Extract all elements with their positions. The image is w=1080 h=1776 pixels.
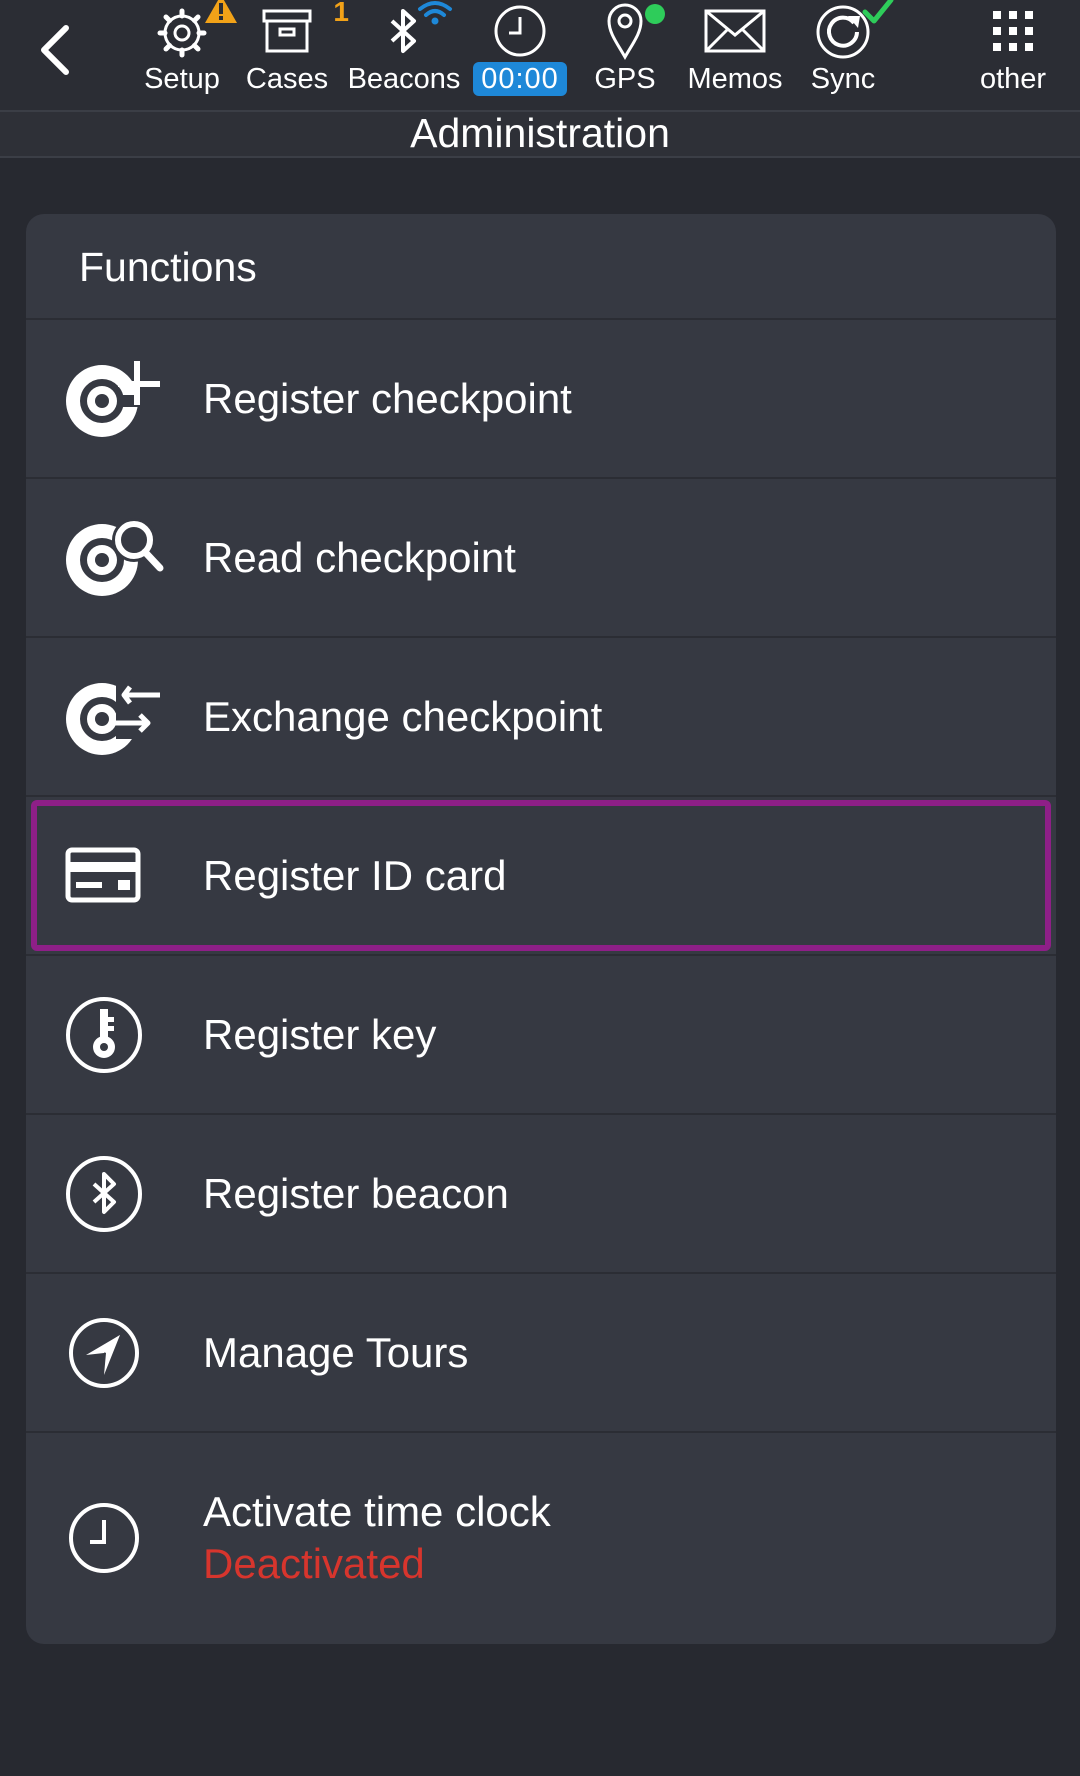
top-toolbar: Setup 1 Cases Beacons 00:00 GPS Memos Sy… [0,0,1080,112]
functions-card: Functions Register checkpoint Read check… [26,214,1056,1644]
clock-time-label: 00:00 [473,62,567,96]
toolbar-other[interactable]: other [972,0,1054,108]
checkmark-icon [862,0,894,24]
function-label: Register ID card [203,851,507,899]
toolbar-sync[interactable]: Sync [806,0,894,108]
bluetooth-circle-icon [64,1149,164,1239]
wifi-icon [418,1,452,25]
map-pin-icon [593,0,665,62]
function-register-checkpoint[interactable]: Register checkpoint [26,320,1056,479]
toolbar-cases-label: Cases [245,63,329,95]
clock-icon [488,0,552,62]
function-exchange-checkpoint[interactable]: Exchange checkpoint [26,638,1056,797]
envelope-icon [703,0,767,62]
warning-icon [205,0,237,23]
navigation-arrow-icon [64,1308,164,1398]
status-dot-icon [645,4,665,24]
toolbar-clock[interactable]: 00:00 [473,0,567,108]
toolbar-gps[interactable]: GPS [588,0,665,108]
function-read-checkpoint[interactable]: Read checkpoint [26,479,1056,638]
toolbar-cases[interactable]: 1 Cases [245,0,349,108]
toolbar-other-label: other [979,63,1047,95]
function-label: Exchange checkpoint [203,692,603,740]
cases-count-badge: 1 [333,0,349,27]
function-label: Manage Tours [203,1328,469,1376]
function-label: Read checkpoint [203,533,516,581]
time-clock-status: Deactivated [203,1540,425,1587]
key-icon [64,990,164,1080]
toolbar-beacons-label: Beacons [347,63,461,95]
toolbar-sync-label: Sync [810,63,876,95]
function-label: Register checkpoint [203,374,572,422]
toolbar-memos-label: Memos [687,63,783,95]
function-activate-time-clock[interactable]: Activate time clock Deactivated [26,1433,1056,1643]
function-register-key[interactable]: Register key [26,956,1056,1115]
toolbar-gps-label: GPS [594,63,656,95]
toolbar-setup-label: Setup [144,63,220,95]
bluetooth-icon [372,0,452,62]
back-button[interactable] [24,14,84,86]
gear-icon [150,0,237,62]
function-label: Activate time clock [203,1488,551,1535]
function-register-beacon[interactable]: Register beacon [26,1115,1056,1274]
function-manage-tours[interactable]: Manage Tours [26,1274,1056,1433]
toolbar-setup[interactable]: Setup [142,0,237,108]
id-card-icon [64,831,164,921]
functions-header: Functions [26,214,1056,320]
clock-icon [64,1493,164,1583]
checkpoint-add-icon [64,354,164,444]
page-title: Administration [0,112,1080,158]
function-register-id-card[interactable]: Register ID card [26,797,1056,956]
checkpoint-search-icon [64,513,164,603]
toolbar-beacons[interactable]: Beacons [347,0,461,108]
chevron-left-icon [41,25,69,75]
grid-icon [981,0,1045,62]
function-label: Register beacon [203,1169,509,1217]
function-label: Register key [203,1010,437,1058]
archive-box-icon: 1 [255,0,349,62]
sync-icon [811,0,894,62]
toolbar-memos[interactable]: Memos [684,0,786,108]
checkpoint-exchange-icon [64,672,164,762]
